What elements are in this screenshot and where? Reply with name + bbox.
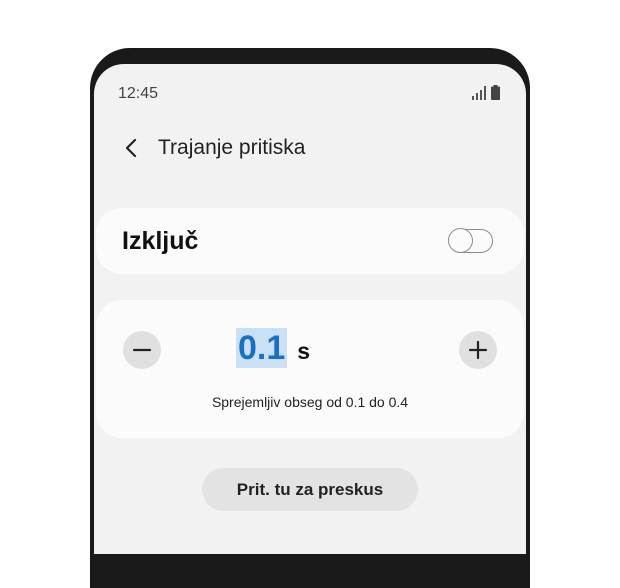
status-icons xyxy=(472,85,500,100)
toggle-knob xyxy=(448,228,473,253)
back-button[interactable] xyxy=(118,134,148,164)
toggle-card[interactable]: Izključ xyxy=(96,208,524,274)
toggle-switch[interactable] xyxy=(448,228,493,253)
status-bar: 12:45 xyxy=(94,64,526,122)
toggle-label: Izključ xyxy=(122,227,199,255)
value-number[interactable]: 0.1 xyxy=(236,328,288,368)
plus-icon xyxy=(468,340,488,360)
decrease-button[interactable] xyxy=(123,331,161,369)
increase-button[interactable] xyxy=(459,331,497,369)
chevron-left-icon xyxy=(125,138,137,158)
value-display: 0.1 s xyxy=(236,328,310,368)
page-title: Trajanje pritiska xyxy=(158,136,306,159)
battery-icon xyxy=(491,85,500,100)
value-unit: s xyxy=(297,338,311,364)
minus-icon xyxy=(132,348,152,352)
skip-button[interactable]: Prit. tu za preskus xyxy=(202,468,418,511)
range-text: Sprejemljiv obseg od 0.1 do 0.4 xyxy=(211,394,409,410)
phone-screen: 12:45 Trajanje pritiska Izključ 0.1 s Sp… xyxy=(94,64,526,554)
signal-icon xyxy=(472,86,486,100)
status-time: 12:45 xyxy=(118,85,159,102)
header: Trajanje pritiska xyxy=(94,130,526,170)
value-card: 0.1 s Sprejemljiv obseg od 0.1 do 0.4 xyxy=(96,300,524,438)
